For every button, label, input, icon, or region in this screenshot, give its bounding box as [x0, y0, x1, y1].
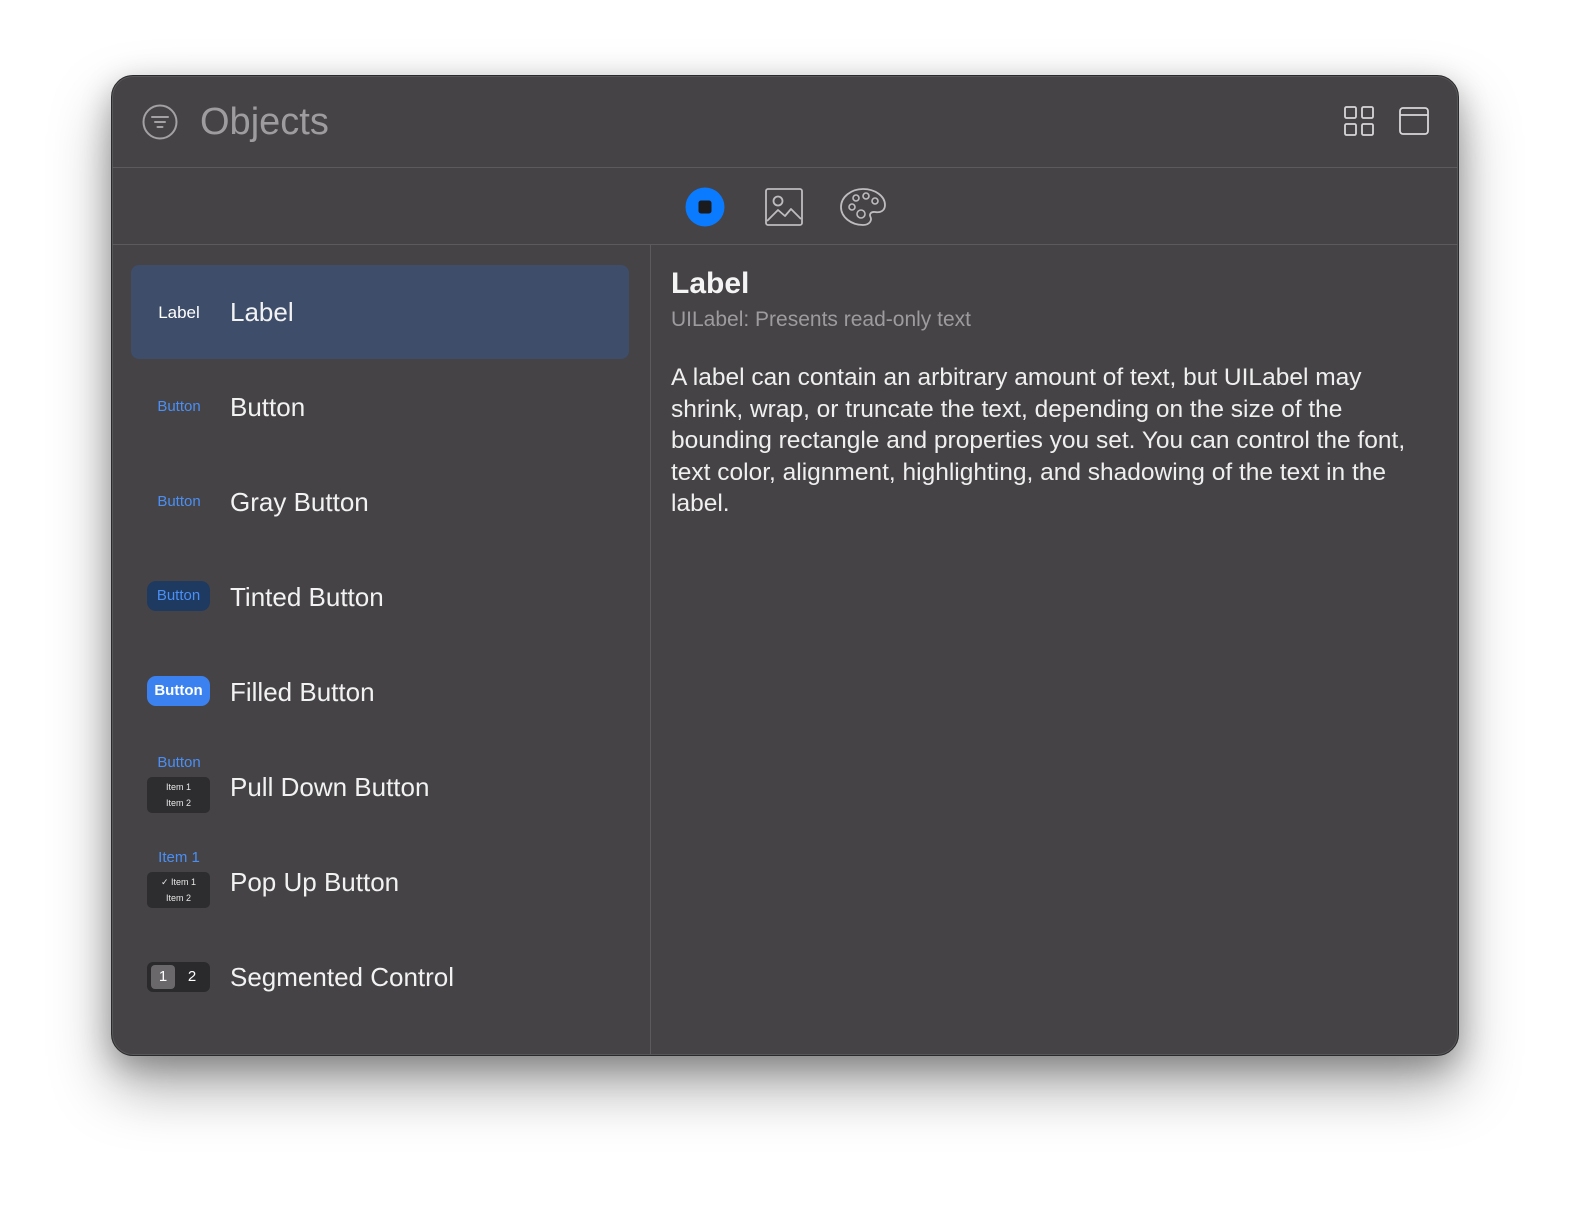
detail-pane: Label UILabel: Presents read-only text A…	[671, 266, 1431, 520]
image-icon[interactable]	[763, 186, 805, 228]
list-item-title: Pop Up Button	[230, 867, 400, 897]
list-item-title: Label	[230, 297, 294, 327]
window-title: Objects	[200, 101, 329, 143]
object-list: Label Label Button Button Button Gray Bu…	[112, 245, 651, 1055]
list-item-title: Segmented Control	[230, 962, 455, 992]
objects-window: Objects Label Label Button Button Button…	[111, 75, 1459, 1056]
filter-icon[interactable]	[142, 104, 178, 140]
label-thumbnail: Label	[131, 265, 227, 359]
list-item-gray-button[interactable]: Button Gray Button	[131, 455, 629, 549]
thumb-segmented: 1 2	[147, 962, 210, 992]
list-item-filled-button[interactable]: Button Filled Button	[131, 645, 629, 739]
thumb-text: Label	[158, 303, 200, 322]
header: Objects	[112, 76, 1458, 168]
thumb-menu-item: Item 2	[165, 893, 191, 903]
thumb-menu-item: Item 1	[165, 782, 191, 792]
list-item-title: Tinted Button	[230, 582, 384, 612]
thumb-menu-item: ✓ Item 1	[160, 877, 197, 887]
segmented-control-thumbnail: 1 2	[131, 930, 227, 1024]
list-item-title: Gray Button	[230, 487, 369, 517]
gray-button-thumbnail: Button	[131, 455, 227, 549]
button-thumbnail: Button	[131, 360, 227, 454]
filled-button-thumbnail: Button	[131, 645, 227, 739]
list-item-button[interactable]: Button Button	[131, 360, 629, 454]
list-item-segmented-control[interactable]: 1 2 Segmented Control	[131, 930, 629, 1024]
segment-1: 1	[151, 965, 175, 989]
detail-subtitle: UILabel: Presents read-only text	[671, 308, 971, 331]
tinted-button-thumbnail: Button	[131, 550, 227, 644]
list-item-tinted-button[interactable]: Button Tinted Button	[131, 550, 629, 644]
pull-down-thumbnail: Button Item 1 Item 2	[131, 740, 227, 834]
list-item-title: Pull Down Button	[230, 772, 430, 802]
palette-icon[interactable]	[839, 186, 887, 228]
thumb-text: Item 1	[158, 849, 200, 866]
objects-icon[interactable]	[684, 186, 726, 228]
segment-2: 2	[187, 968, 197, 985]
thumb-text: Button	[157, 398, 201, 415]
list-item-title: Filled Button	[230, 677, 375, 707]
detail-description: A label can contain an arbitrary amount …	[671, 364, 1406, 517]
grid-view-icon[interactable]	[1344, 106, 1374, 136]
list-item-pull-down-button[interactable]: Button Item 1 Item 2 Pull Down Button	[131, 740, 629, 834]
thumb-menu-item: Item 2	[165, 798, 191, 808]
library-tab-bar	[112, 168, 1458, 245]
list-item-pop-up-button[interactable]: Item 1 ✓ Item 1 Item 2 Pop Up Button	[131, 835, 629, 929]
thumb-text: Button	[157, 754, 201, 771]
list-item-label[interactable]: Label Label	[131, 265, 629, 359]
window-icon[interactable]	[1399, 106, 1429, 136]
thumb-pill: Button	[147, 581, 210, 611]
thumb-menu: Item 1 Item 2	[147, 777, 210, 813]
list-item-title: Button	[230, 392, 306, 422]
thumb-text: Button	[157, 493, 201, 510]
detail-title: Label	[671, 267, 750, 300]
thumb-pill: Button	[147, 676, 210, 706]
thumb-menu: ✓ Item 1 Item 2	[147, 872, 210, 908]
pop-up-thumbnail: Item 1 ✓ Item 1 Item 2	[131, 835, 227, 929]
